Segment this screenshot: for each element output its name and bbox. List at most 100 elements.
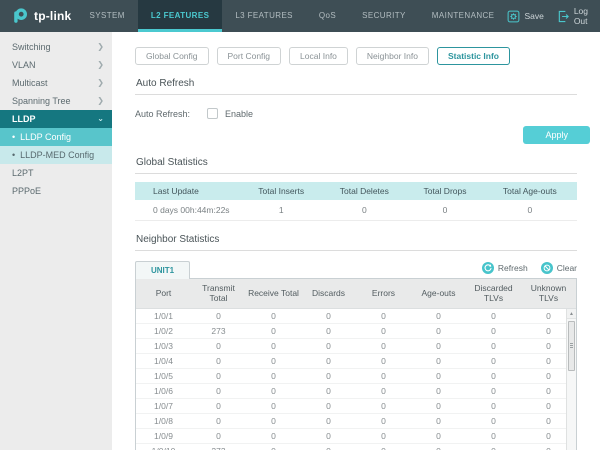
table-cell: 0: [191, 428, 246, 444]
table-cell: 0: [466, 338, 521, 354]
tab-port-config[interactable]: Port Config: [216, 47, 282, 65]
column-header-errors: Errors: [356, 279, 411, 309]
save-label: Save: [524, 11, 544, 21]
table-cell: 0: [301, 398, 356, 414]
table-cell: 0: [466, 443, 521, 450]
neighbor-table-body: Port Transmit Total Receive Total Discards E…: [136, 279, 576, 450]
nav-item-security[interactable]: SECURITY: [349, 0, 419, 32]
nav-item-system[interactable]: SYSTEM: [77, 0, 138, 32]
chevron-down-icon: ⌄: [97, 114, 104, 123]
column-header-transmit-total: Transmit Total: [191, 279, 246, 309]
unit1-tab[interactable]: UNIT1: [135, 261, 191, 279]
table-cell: 0: [246, 323, 301, 339]
table-row: 1/0/8 0 0 0 0 0 0 0: [136, 413, 576, 429]
apply-row: Apply: [135, 126, 590, 144]
sidebar-item-label: L2PT: [12, 168, 34, 178]
sidebar-item-label: PPPoE: [12, 186, 42, 196]
table-cell: 0: [411, 383, 466, 399]
clear-icon: [540, 262, 553, 274]
neighbor-table-toolbar: UNIT1 Refresh Clear: [135, 261, 577, 279]
neighbor-statistics-section-title: Neighbor Statistics: [135, 234, 577, 251]
nav-item-l2-features[interactable]: L2 FEATURES: [137, 0, 223, 32]
column-header-discarded-tlvs: Discarded TLVs: [466, 279, 521, 309]
chevron-right-icon: ❯: [97, 78, 104, 87]
table-cell: 1/0/9: [136, 428, 191, 444]
table-cell: 0: [301, 383, 356, 399]
tab-statistic-info[interactable]: Statistic Info: [436, 47, 510, 65]
table-cell: 0: [301, 323, 356, 339]
table-cell: 0: [246, 353, 301, 369]
chevron-right-icon: ❯: [97, 96, 104, 105]
table-row: 1/0/3 0 0 0 0 0 0 0: [136, 338, 576, 354]
global-statistics-header-row: Last Update Total Inserts Total Deletes Tot…: [135, 182, 577, 200]
clear-button[interactable]: Clear: [540, 262, 577, 274]
neighbor-statistics-table: Port Transmit Total Receive Total Discards E…: [136, 279, 576, 450]
logout-button[interactable]: Log Out: [557, 6, 588, 26]
nav-item-qos[interactable]: QoS: [306, 0, 349, 32]
table-cell: 0: [246, 413, 301, 429]
table-cell: 1/0/10: [136, 443, 191, 450]
table-cell: 0: [356, 368, 411, 384]
table-cell: 0: [356, 443, 411, 450]
table-row: 1/0/6 0 0 0 0 0 0 0: [136, 383, 576, 399]
table-cell: 0: [411, 353, 466, 369]
table-row: 1/0/7 0 0 0 0 0 0 0: [136, 398, 576, 414]
table-cell: 0: [191, 413, 246, 429]
sidebar-item-label: Switching: [12, 42, 51, 52]
save-icon: [507, 10, 520, 23]
vertical-scrollbar[interactable]: ▲ ▼: [566, 309, 576, 450]
sidebar-item-label: Multicast: [12, 78, 48, 88]
logout-label: Log Out: [573, 6, 588, 26]
scrollbar-thumb[interactable]: [568, 321, 575, 371]
sidebar-item-pppoe[interactable]: PPPoE: [0, 182, 112, 200]
table-cell: 0: [321, 200, 408, 221]
tab-local-info[interactable]: Local Info: [289, 47, 348, 65]
save-button[interactable]: Save: [507, 10, 544, 23]
scrollbar-up-arrow[interactable]: ▲: [567, 309, 576, 319]
table-cell: 1/0/3: [136, 338, 191, 354]
column-header-receive-total: Receive Total: [246, 279, 301, 309]
app-window: tp-link SYSTEM L2 FEATURES L3 FEATURES QoS S…: [0, 0, 600, 450]
sidebar-item-l2pt[interactable]: L2PT: [0, 164, 112, 182]
column-header-total-inserts: Total Inserts: [241, 182, 322, 200]
table-row: 1/0/2 273 0 0 0 0 0 0: [136, 323, 576, 339]
sidebar-item-lldp-med-config[interactable]: • LLDP-MED Config: [0, 146, 112, 164]
brand-logo[interactable]: tp-link: [0, 0, 77, 32]
sidebar-item-lldp[interactable]: LLDP ⌄: [0, 110, 112, 128]
table-cell: 0: [466, 413, 521, 429]
auto-refresh-enable-checkbox[interactable]: [207, 108, 218, 119]
table-row: 1/0/9 0 0 0 0 0 0 0: [136, 428, 576, 444]
sidebar-item-label: LLDP Config: [20, 132, 72, 142]
sidebar-item-vlan[interactable]: VLAN ❯: [0, 56, 112, 74]
sidebar-item-multicast[interactable]: Multicast ❯: [0, 74, 112, 92]
neighbor-table-container: Port Transmit Total Receive Total Discards E…: [135, 278, 577, 450]
sidebar-item-switching[interactable]: Switching ❯: [0, 38, 112, 56]
table-cell: 0: [466, 308, 521, 324]
tab-neighbor-info[interactable]: Neighbor Info: [355, 47, 429, 65]
refresh-label: Refresh: [497, 263, 528, 273]
refresh-button[interactable]: Refresh: [481, 262, 528, 274]
table-cell: 0: [301, 428, 356, 444]
table-cell: 0: [411, 368, 466, 384]
global-statistics-section-title: Global Statistics: [135, 157, 577, 174]
table-cell: 0: [246, 398, 301, 414]
nav-item-l3-features[interactable]: L3 FEATURES: [222, 0, 306, 32]
clear-label: Clear: [556, 263, 577, 273]
sidebar-item-lldp-config[interactable]: • LLDP Config: [0, 128, 112, 146]
apply-button[interactable]: Apply: [523, 126, 590, 144]
sidebar-item-spanning-tree[interactable]: Spanning Tree ❯: [0, 92, 112, 110]
column-header-total-age-outs: Total Age-outs: [482, 182, 577, 200]
nav-item-maintenance[interactable]: MAINTENANCE: [419, 0, 508, 32]
global-statistics-section: Global Statistics Last Update Total Inser…: [135, 157, 590, 221]
table-row: 1/0/4 0 0 0 0 0 0 0: [136, 353, 576, 369]
tab-global-config[interactable]: Global Config: [135, 47, 209, 65]
table-cell: 1/0/6: [136, 383, 191, 399]
sidebar-menu: Switching ❯ VLAN ❯ Multicast ❯ Spanning Tree ❯ L…: [0, 32, 112, 450]
table-cell: 0: [191, 353, 246, 369]
column-header-unknown-tlvs: Unknown TLVs: [521, 279, 576, 309]
table-cell: 0: [411, 428, 466, 444]
table-cell: 0: [411, 323, 466, 339]
table-cell: 0: [356, 428, 411, 444]
table-cell: 1/0/7: [136, 398, 191, 414]
global-statistics-data-row: 0 days 00h:44m:22s 1 0 0 0: [135, 200, 577, 221]
